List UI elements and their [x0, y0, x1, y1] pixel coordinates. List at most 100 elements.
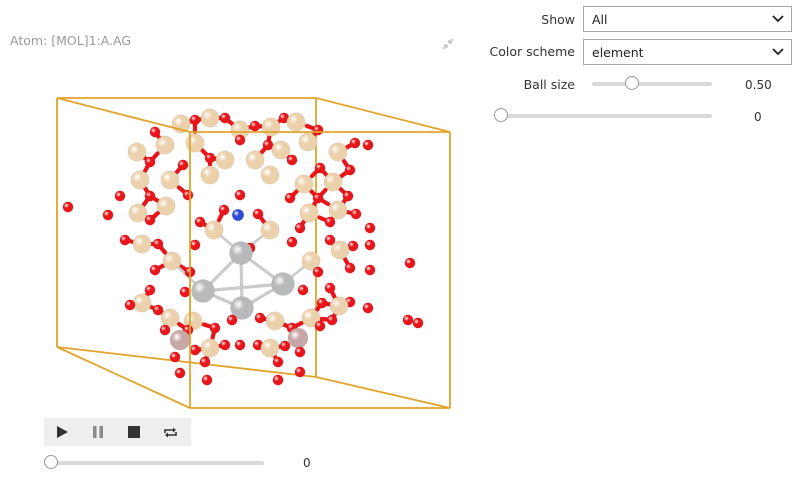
- silver-atom[interactable]: [229, 241, 253, 265]
- oxygen-atom[interactable]: [102, 209, 114, 221]
- ball-size-track[interactable]: [592, 82, 712, 86]
- oxygen-atom[interactable]: [189, 114, 201, 126]
- silicon-atom[interactable]: [132, 293, 152, 313]
- stop-button[interactable]: [116, 418, 152, 446]
- nitrogen-atom[interactable]: [231, 208, 245, 222]
- silicon-atom[interactable]: [200, 108, 220, 128]
- silicon-atom[interactable]: [132, 234, 152, 254]
- oxygen-atom[interactable]: [182, 189, 194, 201]
- oxygen-atom[interactable]: [297, 284, 309, 296]
- secondary-slider-track[interactable]: [500, 114, 712, 118]
- silicon-atom[interactable]: [260, 338, 280, 358]
- oxygen-atom[interactable]: [144, 156, 156, 168]
- silicon-atom[interactable]: [200, 165, 220, 185]
- oxygen-atom[interactable]: [324, 216, 336, 228]
- oxygen-atom[interactable]: [219, 112, 231, 124]
- oxygen-atom[interactable]: [284, 192, 296, 204]
- oxygen-atom[interactable]: [312, 192, 324, 204]
- oxygen-atom[interactable]: [234, 189, 246, 201]
- silicon-atom[interactable]: [185, 133, 205, 153]
- silicon-atom[interactable]: [271, 140, 291, 160]
- silicon-atom[interactable]: [298, 132, 318, 152]
- oxygen-atom[interactable]: [294, 222, 306, 234]
- oxygen-atom[interactable]: [342, 190, 354, 202]
- oxygen-atom[interactable]: [179, 286, 191, 298]
- oxygen-atom[interactable]: [279, 340, 291, 352]
- oxygen-atom[interactable]: [294, 346, 306, 358]
- frame-slider-thumb[interactable]: [44, 455, 58, 469]
- oxygen-atom[interactable]: [194, 216, 206, 228]
- oxygen-atom[interactable]: [152, 238, 164, 250]
- oxygen-atom[interactable]: [294, 366, 306, 378]
- oxygen-atom[interactable]: [404, 257, 416, 269]
- oxygen-atom[interactable]: [119, 234, 131, 246]
- silicon-atom[interactable]: [245, 150, 265, 170]
- aluminium-atom[interactable]: [287, 327, 309, 349]
- silicon-atom[interactable]: [286, 112, 306, 132]
- oxygen-atom[interactable]: [312, 266, 324, 278]
- oxygen-atom[interactable]: [189, 239, 201, 251]
- oxygen-atom[interactable]: [272, 374, 284, 386]
- silicon-atom[interactable]: [261, 117, 281, 137]
- molecule-canvas[interactable]: [0, 0, 470, 415]
- silver-atom[interactable]: [191, 279, 215, 303]
- ball-size-thumb[interactable]: [625, 76, 640, 90]
- oxygen-atom[interactable]: [344, 164, 356, 176]
- oxygen-atom[interactable]: [286, 154, 298, 166]
- silicon-atom[interactable]: [162, 251, 182, 271]
- silicon-atom[interactable]: [260, 165, 280, 185]
- oxygen-atom[interactable]: [362, 139, 374, 151]
- silicon-atom[interactable]: [323, 172, 343, 192]
- silver-atom[interactable]: [271, 272, 295, 296]
- oxygen-atom[interactable]: [124, 299, 136, 311]
- oxygen-atom[interactable]: [149, 264, 161, 276]
- ball-size-slider[interactable]: [586, 76, 712, 92]
- oxygen-atom[interactable]: [272, 356, 284, 368]
- oxygen-atom[interactable]: [234, 134, 246, 146]
- play-button[interactable]: [44, 418, 80, 446]
- show-select[interactable]: All: [583, 6, 792, 32]
- oxygen-atom[interactable]: [169, 351, 181, 363]
- oxygen-atom[interactable]: [144, 284, 156, 296]
- oxygen-atom[interactable]: [364, 264, 376, 276]
- oxygen-atom[interactable]: [316, 297, 328, 309]
- oxygen-atom[interactable]: [144, 214, 156, 226]
- silicon-atom[interactable]: [156, 196, 176, 216]
- oxygen-atom[interactable]: [209, 322, 221, 334]
- oxygen-atom[interactable]: [159, 324, 171, 336]
- oxygen-atom[interactable]: [402, 314, 414, 326]
- silicon-atom[interactable]: [204, 220, 224, 240]
- molecule-viewer[interactable]: Atom: [MOL]1:A.AG 0: [0, 0, 470, 487]
- oxygen-atom[interactable]: [177, 159, 189, 171]
- oxygen-atom[interactable]: [249, 120, 261, 132]
- silicon-atom[interactable]: [127, 142, 147, 162]
- color-scheme-select[interactable]: element: [583, 39, 792, 65]
- silicon-atom[interactable]: [330, 240, 350, 260]
- oxygen-atom[interactable]: [362, 302, 374, 314]
- oxygen-atom[interactable]: [144, 190, 156, 202]
- oxygen-atom[interactable]: [252, 208, 264, 220]
- silicon-atom[interactable]: [260, 220, 280, 240]
- oxygen-atom[interactable]: [350, 208, 362, 220]
- oxygen-atom[interactable]: [254, 312, 266, 324]
- silicon-atom[interactable]: [128, 203, 148, 223]
- silicon-atom[interactable]: [155, 135, 175, 155]
- oxygen-atom[interactable]: [314, 162, 326, 174]
- oxygen-atom[interactable]: [62, 201, 74, 213]
- oxygen-atom[interactable]: [326, 314, 338, 326]
- silicon-atom[interactable]: [294, 174, 314, 194]
- oxygen-atom[interactable]: [174, 367, 186, 379]
- pause-button[interactable]: [80, 418, 116, 446]
- silicon-atom[interactable]: [200, 338, 220, 358]
- oxygen-atom[interactable]: [364, 239, 376, 251]
- oxygen-atom[interactable]: [204, 152, 216, 164]
- secondary-slider[interactable]: [494, 108, 712, 124]
- silicon-atom[interactable]: [265, 311, 285, 331]
- repeat-button[interactable]: [152, 418, 188, 446]
- oxygen-atom[interactable]: [412, 317, 424, 329]
- oxygen-atom[interactable]: [364, 222, 376, 234]
- oxygen-atom[interactable]: [189, 344, 201, 356]
- oxygen-atom[interactable]: [349, 137, 361, 149]
- oxygen-atom[interactable]: [344, 262, 356, 274]
- oxygen-atom[interactable]: [314, 320, 326, 332]
